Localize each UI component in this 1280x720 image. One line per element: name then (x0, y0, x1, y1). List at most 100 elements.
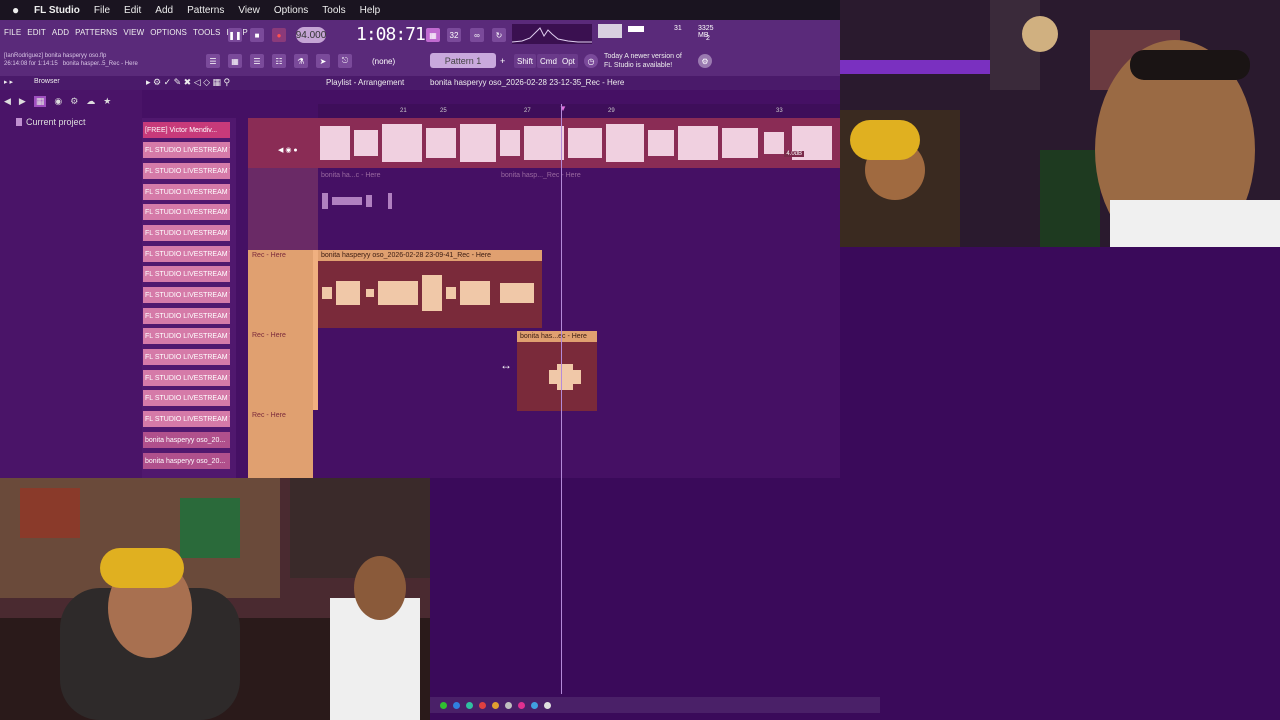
mic-icon[interactable]: ⎋ (338, 54, 352, 68)
audio-clip-small[interactable]: bonita has...ec - Here (517, 331, 597, 411)
track-17[interactable]: bonita hasperyy oso_20... (143, 453, 230, 469)
opt-button[interactable]: Opt (559, 54, 578, 68)
piano-roll-icon[interactable]: ▦ (228, 54, 242, 68)
tempo-display[interactable]: 94.000 (296, 27, 326, 43)
bottom-icon-2[interactable] (453, 701, 460, 709)
lane-header-2[interactable] (248, 168, 318, 250)
playhead[interactable] (561, 104, 562, 694)
pattern-selector[interactable]: Pattern 1 (430, 53, 496, 68)
faded-clip-2[interactable]: bonita hasp..._Rec - Here (498, 170, 598, 232)
track-1[interactable]: [FREE] Victor Mendiv... (143, 122, 230, 138)
track-4[interactable]: FL STUDIO LIVESTREAM T... (143, 184, 230, 200)
browser-cloud-icon[interactable]: ☁ (86, 96, 95, 107)
bottom-icon-8[interactable] (531, 701, 538, 709)
playlist-icon[interactable]: ☰ (206, 54, 220, 68)
bottom-icon-6[interactable] (505, 701, 512, 709)
fl-menu-add[interactable]: ADD (52, 28, 69, 37)
track-6[interactable]: FL STUDIO LIVESTREAM T... (143, 225, 230, 241)
app-menu[interactable]: FL Studio (34, 5, 80, 16)
playlist-title: Playlist - Arrangement (326, 78, 405, 87)
playlist-tools-icon[interactable]: ▸ ⚙ ✓ ✎ ✖ ◁ ◇ ▦ ⚲ (146, 77, 230, 88)
audio-clip-main[interactable]: bonita hasperyy oso_2026-02-28 23-09-41_… (318, 250, 542, 328)
bottom-icon-1[interactable] (440, 701, 447, 709)
menu-options[interactable]: Options (274, 5, 308, 16)
bottom-icon-5[interactable] (492, 701, 499, 709)
folder-icon (16, 118, 22, 126)
browser-back-icon[interactable]: ◀ (4, 96, 11, 107)
add-pattern-icon[interactable]: + (500, 56, 505, 66)
browser-search-icon[interactable]: ◉ (54, 96, 62, 107)
mac-menu-bar: ● FL Studio File Edit Add Patterns View … (0, 0, 840, 20)
clock-icon[interactable]: ◷ (584, 54, 598, 68)
audio-clip-top[interactable]: 4.0dB (318, 118, 840, 168)
mixer-icon[interactable]: ☷ (272, 54, 286, 68)
track-3[interactable]: FL STUDIO LIVESTREAM T... (143, 163, 230, 179)
cmd-button[interactable]: Cmd (537, 54, 560, 68)
faded-clip-1[interactable]: bonita ha...c - Here (318, 170, 398, 232)
current-project-item[interactable]: Current project (26, 117, 86, 127)
plugin-icon[interactable]: ⚗ (294, 54, 308, 68)
browser-forward-icon[interactable]: ▶ (19, 96, 26, 107)
bottom-icon-3[interactable] (466, 701, 473, 709)
browser-filter-icon[interactable]: ▦ (33, 96, 47, 107)
track-9[interactable]: FL STUDIO LIVESTREAM T... (143, 287, 230, 303)
menu-help[interactable]: Help (360, 5, 381, 16)
news-line-1: Today A newer version of (604, 53, 682, 60)
step-icon[interactable]: 32 (447, 28, 461, 42)
menu-view[interactable]: View (238, 5, 260, 16)
menu-edit[interactable]: Edit (124, 5, 141, 16)
menu-add[interactable]: Add (155, 5, 173, 16)
lane-header-3[interactable]: Rec - Here Rec - Here Rec - Here (248, 250, 318, 478)
wait-icon[interactable]: ∞ (470, 28, 484, 42)
news-line-2: FL Studio is available! (604, 62, 673, 69)
browser-star-icon[interactable]: ★ (103, 96, 111, 107)
bottom-icon-7[interactable] (518, 701, 525, 709)
fl-menu-options[interactable]: OPTIONS (150, 28, 187, 37)
fl-menu-view[interactable]: VIEW (123, 28, 144, 37)
channel-rack-icon[interactable]: ☰ (250, 54, 264, 68)
track-16[interactable]: bonita hasperyy oso_20... (143, 432, 230, 448)
menu-file[interactable]: File (94, 5, 110, 16)
song-time: 1:08:71 (356, 24, 426, 45)
timeline-ruler[interactable]: 21 25 27 29 33 ▼ (318, 104, 840, 118)
fl-menu-edit[interactable]: EDIT (27, 28, 46, 37)
settings-icon[interactable]: ⚙ (698, 54, 712, 68)
track-13[interactable]: FL STUDIO LIVESTREAM T... (143, 370, 230, 386)
track-12[interactable]: FL STUDIO LIVESTREAM T... (143, 349, 230, 365)
none-label[interactable]: (none) (372, 57, 395, 66)
track-7[interactable]: FL STUDIO LIVESTREAM T... (143, 246, 230, 262)
cpu-panel: 31 3325 MB 2 (626, 24, 726, 46)
browser-toolbar: ◀ ▶ ▦ ◉ ⚙ ☁ ★ (4, 96, 111, 107)
lane-controls-icon[interactable]: ◀ ◉ ● (278, 146, 298, 154)
fl-menu-tools[interactable]: TOOLS (193, 28, 220, 37)
track-5[interactable]: FL STUDIO LIVESTREAM T... (143, 204, 230, 220)
track-2[interactable]: FL STUDIO LIVESTREAM T... (143, 142, 230, 158)
webcam-top (840, 0, 1280, 247)
record-button[interactable]: ● (272, 28, 286, 42)
waveform-top (320, 124, 832, 162)
fl-menu-file[interactable]: FILE (4, 28, 21, 37)
db-label: 4.0dB (784, 151, 804, 157)
menu-patterns[interactable]: Patterns (187, 5, 224, 16)
news-panel[interactable]: Today A newer version of FL Studio is av… (604, 52, 682, 70)
track-15[interactable]: FL STUDIO LIVESTREAM T... (143, 411, 230, 427)
arrow-right-icon[interactable]: ➤ (316, 54, 330, 68)
fl-menu-patterns[interactable]: PATTERNS (75, 28, 117, 37)
stop-button[interactable]: ■ (250, 28, 264, 42)
pause-button[interactable]: ❚❚ (228, 28, 242, 42)
track-10[interactable]: FL STUDIO LIVESTREAM T... (143, 308, 230, 324)
track-8[interactable]: FL STUDIO LIVESTREAM T... (143, 266, 230, 282)
lane-header-1[interactable]: ◀ ◉ ● (248, 118, 318, 168)
audio-clip-small-header: bonita has...ec - Here (517, 331, 597, 342)
track-14[interactable]: FL STUDIO LIVESTREAM T... (143, 390, 230, 406)
track-11[interactable]: FL STUDIO LIVESTREAM T... (143, 328, 230, 344)
menu-tools[interactable]: Tools (322, 5, 345, 16)
browser-arrows-icon[interactable]: ▸ ▸ (4, 78, 13, 86)
browser-sort-icon[interactable]: ⚙ (70, 96, 78, 107)
pattern-mode-icon[interactable]: ▦ (426, 28, 440, 42)
shift-button[interactable]: Shift (514, 54, 537, 68)
bottom-icon-9[interactable] (544, 701, 551, 709)
loop-record-icon[interactable]: ↻ (492, 28, 506, 42)
apple-icon[interactable]: ● (12, 3, 26, 17)
bottom-icon-4[interactable] (479, 701, 486, 709)
